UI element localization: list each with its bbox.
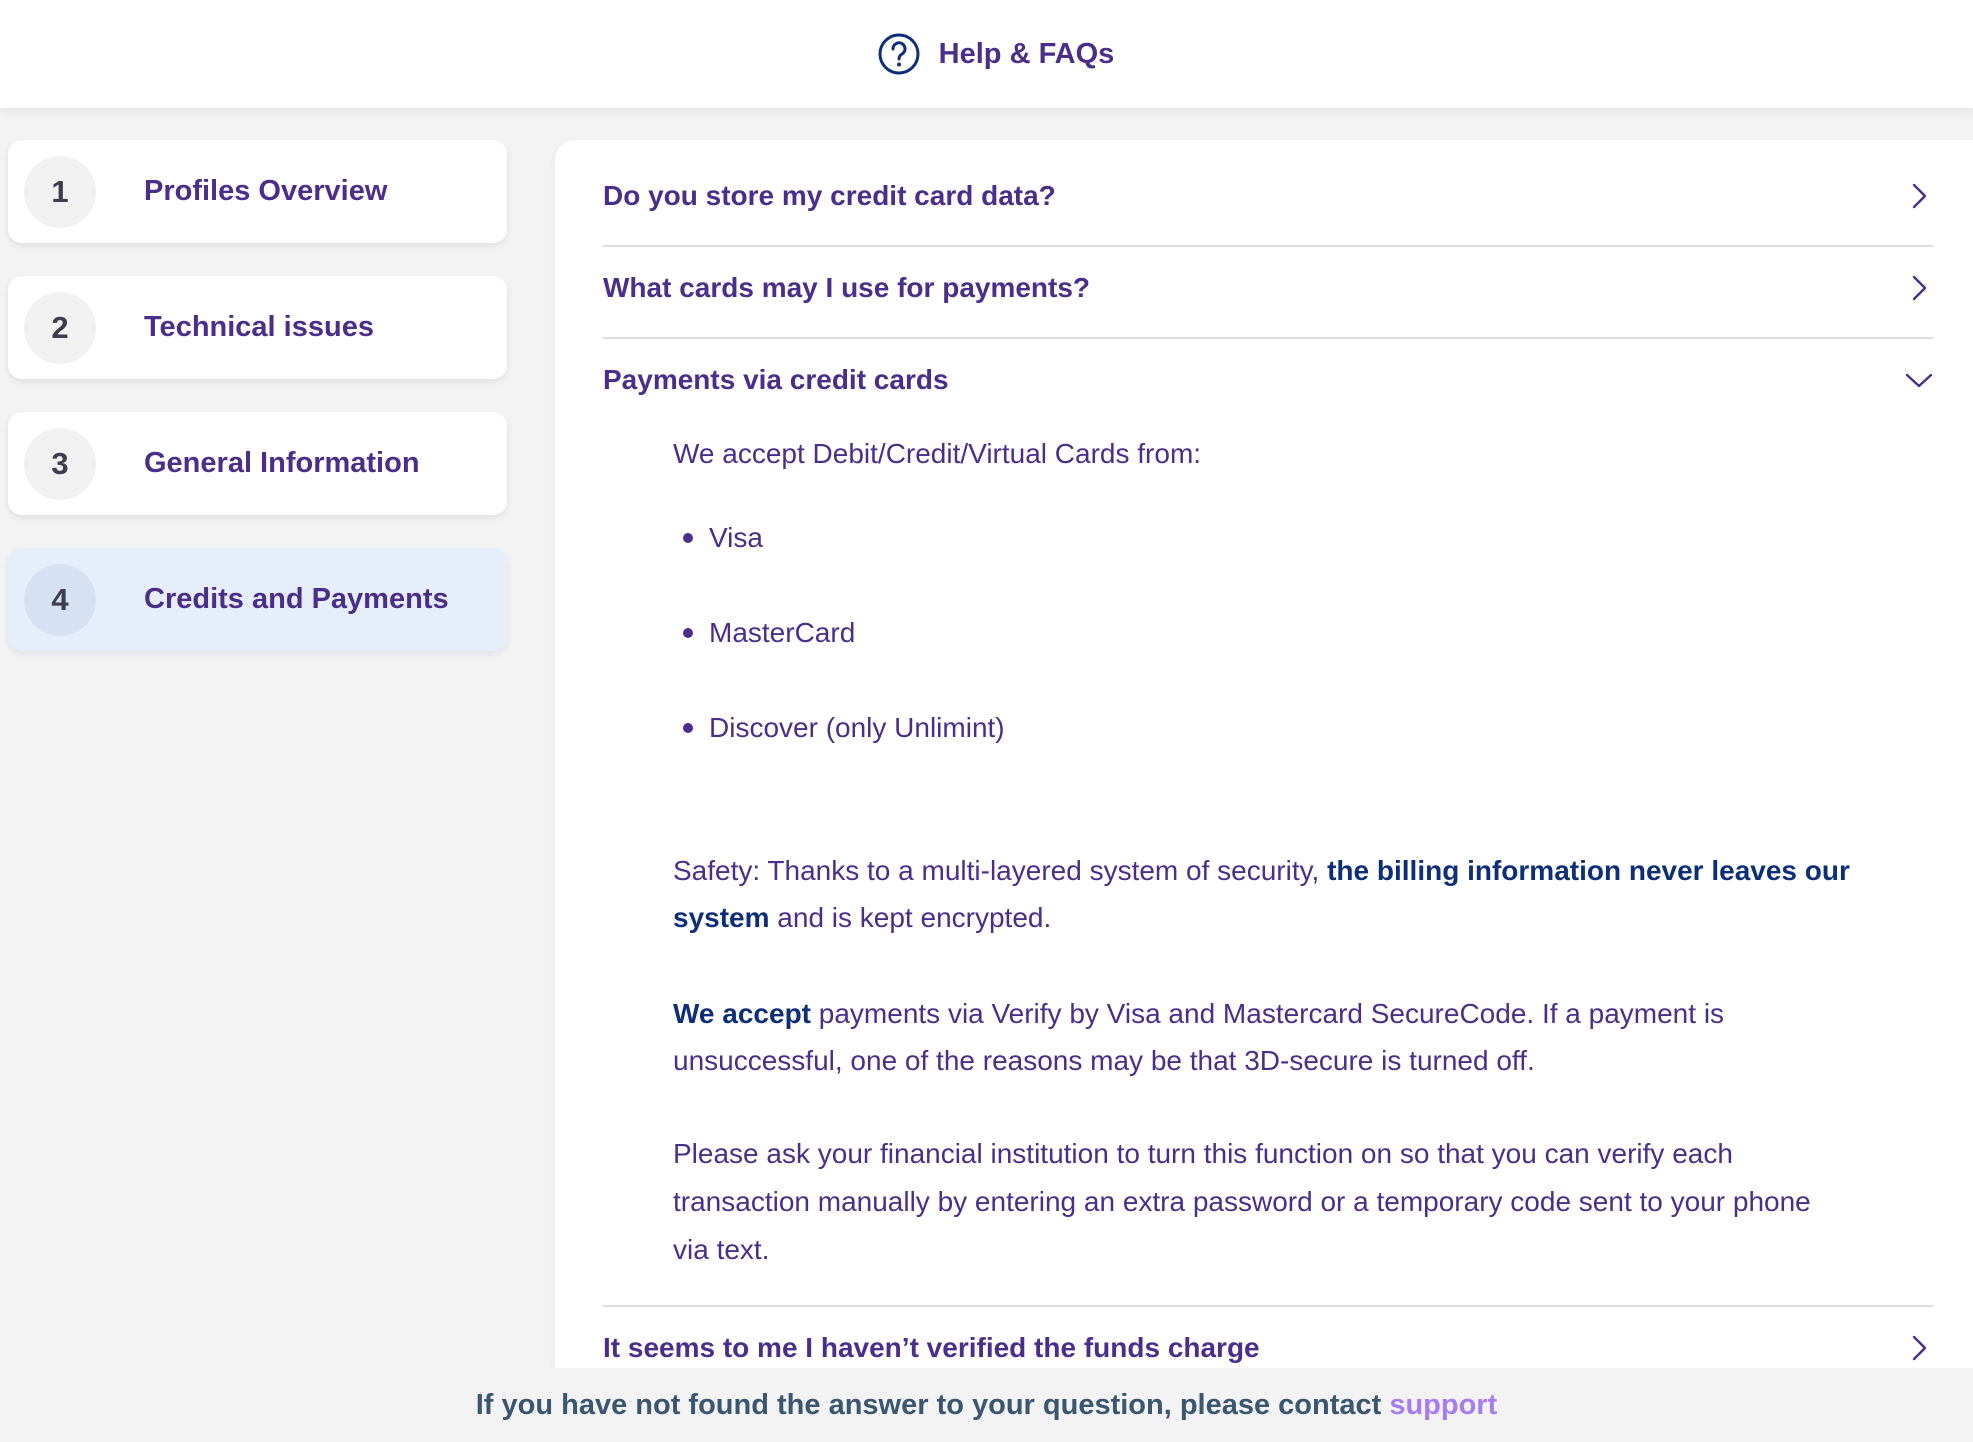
sidebar-item-label: Technical issues	[144, 311, 374, 343]
sidebar-item-label: Credits and Payments	[144, 583, 449, 615]
sidebar-item-number: 2	[24, 291, 96, 364]
support-link[interactable]: support	[1389, 1389, 1497, 1422]
list-item: MasterCard	[673, 609, 855, 656]
card-name: MasterCard	[709, 617, 856, 648]
header-bar: Help & FAQs	[0, 0, 1973, 108]
sidebar-item-number: 3	[24, 427, 96, 500]
answer-intro: We accept Debit/Credit/Virtual Cards fro…	[673, 438, 1202, 469]
ask-paragraph-line3: via text.	[673, 1234, 770, 1265]
sidebar-item-general-information[interactable]: 3 General Information	[8, 412, 507, 515]
page-title: Help & FAQs	[938, 37, 1115, 70]
sidebar-item-number: 1	[24, 155, 96, 228]
sidebar-item-technical-issues[interactable]: 2 Technical issues	[8, 276, 507, 379]
sidebar-item-label: General Information	[144, 447, 420, 479]
list-item: Visa	[673, 514, 763, 561]
faq-question-verify-funds-charge[interactable]: It seems to me I haven’t verified the fu…	[603, 1332, 1933, 1364]
accept-paragraph-line1: We accept payments via Verify by Visa an…	[673, 990, 1724, 1037]
accept-paragraph-line2: unsuccessful, one of the reasons may be …	[673, 1045, 1535, 1076]
safety-emphasis: the billing information never leaves our	[1327, 855, 1850, 886]
sidebar-item-profiles-overview[interactable]: 1 Profiles Overview	[8, 140, 507, 243]
faq-panel: Do you store my credit card data? What c…	[555, 140, 1973, 1370]
faq-question-text: It seems to me I haven’t verified the fu…	[603, 1332, 1260, 1363]
footer-contact: If you have not found the answer to your…	[0, 1368, 1973, 1442]
sidebar-item-number: 4	[24, 563, 96, 636]
chevron-right-icon	[1912, 1335, 1927, 1361]
safety-suffix: and is kept encrypted.	[769, 902, 1052, 933]
sidebar: 1 Profiles Overview 2 Technical issues 3…	[8, 140, 507, 684]
bullet-icon	[683, 722, 693, 733]
header-title-group: Help & FAQs	[877, 32, 1115, 76]
ask-paragraph-line1: Please ask your financial institution to…	[673, 1138, 1733, 1169]
ask-paragraph-line2: transaction manually by entering an extr…	[673, 1186, 1811, 1217]
safety-paragraph-line1: Safety: Thanks to a multi-layered system…	[673, 847, 1850, 894]
faq-answer-payments-via-credit-cards: We accept Debit/Credit/Virtual Cards fro…	[673, 140, 1933, 1140]
list-item: Discover (only Unlimint)	[673, 704, 1005, 751]
bullet-icon	[683, 627, 693, 638]
divider	[603, 1305, 1933, 1307]
card-name: Discover (only Unlimint)	[709, 712, 1005, 743]
accept-emphasis: We accept	[673, 998, 811, 1029]
question-circle-icon	[878, 33, 920, 75]
safety-emphasis-end: system	[673, 902, 770, 933]
accept-text: payments via Verify by Visa and Masterca…	[811, 998, 1725, 1029]
sidebar-item-label: Profiles Overview	[144, 175, 388, 207]
safety-prefix: Safety: Thanks to a multi-layered system…	[673, 855, 1328, 886]
safety-paragraph-line2: system and is kept encrypted.	[673, 894, 1051, 941]
bullet-icon	[683, 532, 693, 543]
sidebar-item-credits-and-payments[interactable]: 4 Credits and Payments	[8, 548, 507, 651]
footer-text: If you have not found the answer to your…	[475, 1388, 1382, 1421]
card-name: Visa	[709, 522, 763, 553]
faq-answer-continued: Please ask your financial institution to…	[673, 1130, 1933, 1270]
